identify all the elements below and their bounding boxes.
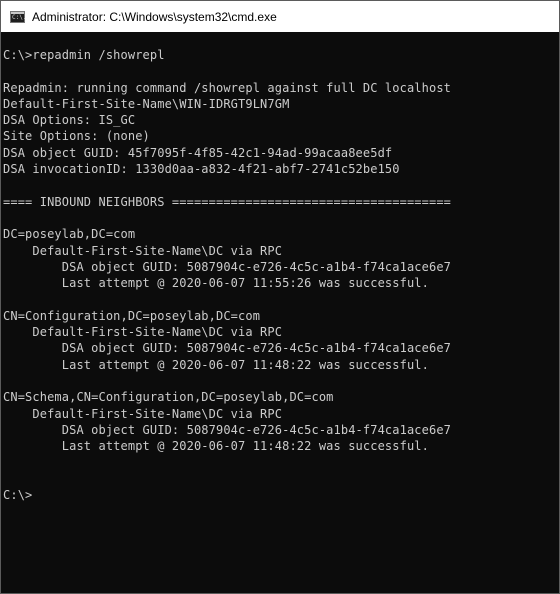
console-line: C:\>: [3, 488, 33, 503]
console-output[interactable]: C:\>repadmin /showrepl Repadmin: running…: [1, 32, 559, 503]
console-line: Last attempt @ 2020-06-07 11:48:22 was s…: [3, 439, 429, 454]
console-line: DSA object GUID: 45f7095f-4f85-42c1-94ad…: [3, 145, 393, 160]
console-line: DSA object GUID: 5087904c-e726-4c5c-a1b4…: [3, 341, 452, 356]
cmd-icon-text: C:\.: [12, 13, 27, 21]
console-line: Default-First-Site-Name\DC via RPC: [3, 243, 283, 258]
cmd-window: C:\. Administrator: C:\Windows\system32\…: [0, 0, 560, 594]
console-line: DSA invocationID: 1330d0aa-a832-4f21-abf…: [3, 162, 400, 177]
console-line: Repadmin: running command /showrepl agai…: [3, 80, 452, 95]
title-bar[interactable]: C:\. Administrator: C:\Windows\system32\…: [1, 1, 559, 32]
console-line: DSA object GUID: 5087904c-e726-4c5c-a1b4…: [3, 422, 452, 437]
window-title: Administrator: C:\Windows\system32\cmd.e…: [32, 9, 277, 24]
console-line: C:\>repadmin /showrepl: [3, 48, 165, 62]
console-line: Default-First-Site-Name\WIN-IDRGT9LN7GM: [3, 96, 290, 111]
console-line: DSA Options: IS_GC: [3, 113, 136, 128]
console-line: CN=Schema,CN=Configuration,DC=poseylab,D…: [3, 390, 334, 405]
console-line: DSA object GUID: 5087904c-e726-4c5c-a1b4…: [3, 259, 452, 274]
cmd-icon: C:\.: [10, 10, 27, 23]
console-area[interactable]: C:\>repadmin /showrepl Repadmin: running…: [1, 32, 559, 593]
console-line: DC=poseylab,DC=com: [3, 227, 136, 242]
console-line: Last attempt @ 2020-06-07 11:48:22 was s…: [3, 357, 429, 372]
console-line: Last attempt @ 2020-06-07 11:55:26 was s…: [3, 276, 429, 291]
console-line: ==== INBOUND NEIGHBORS =================…: [3, 194, 452, 209]
console-line: Site Options: (none): [3, 129, 150, 144]
console-line: CN=Configuration,DC=poseylab,DC=com: [3, 308, 261, 323]
console-line: Default-First-Site-Name\DC via RPC: [3, 406, 283, 421]
console-line: Default-First-Site-Name\DC via RPC: [3, 325, 283, 340]
